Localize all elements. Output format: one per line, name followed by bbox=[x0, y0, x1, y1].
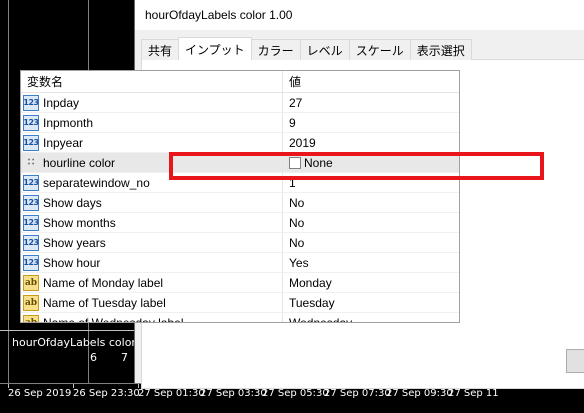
numeric-icon: 123 bbox=[23, 174, 39, 191]
param-name: Show hour bbox=[43, 255, 101, 270]
param-value-cell[interactable]: No bbox=[283, 193, 459, 212]
param-value-cell[interactable]: 27 bbox=[283, 93, 459, 112]
param-value-cell[interactable]: Monday bbox=[283, 273, 459, 292]
param-name-cell: ab Name of Tuesday label bbox=[21, 293, 283, 312]
param-value-cell[interactable]: 9 bbox=[283, 113, 459, 132]
table-rows: 123 Inpday 27 123 Inpmonth 9 123 Inpyear 2019 ∷ ho… bbox=[21, 93, 459, 323]
time-label: 27 Sep 01:30 bbox=[138, 388, 205, 399]
param-name-cell: 123 Inpmonth bbox=[21, 113, 283, 132]
param-name: Name of Monday label bbox=[43, 275, 164, 290]
numeric-icon: 123 bbox=[23, 114, 39, 131]
tab-bar: 共有 インプット カラー レベル スケール 表示選択 bbox=[141, 37, 472, 60]
tab-common[interactable]: 共有 bbox=[141, 39, 180, 60]
subwindow-label-6: 6 bbox=[90, 351, 97, 364]
param-name: Show months bbox=[43, 215, 116, 230]
param-name-cell: ab Name of Wednesday label bbox=[21, 313, 283, 323]
table-row[interactable]: 123 Show hour Yes bbox=[21, 253, 459, 273]
highlight-box bbox=[169, 152, 544, 180]
column-header-value[interactable]: 値 bbox=[283, 71, 459, 92]
param-value: 9 bbox=[289, 115, 296, 130]
dialog-title[interactable]: hourOfdayLabels color 1.00 bbox=[135, 0, 584, 30]
ok-button[interactable] bbox=[566, 349, 584, 373]
param-name-cell: 123 Inpyear bbox=[21, 133, 283, 152]
param-name: separatewindow_no bbox=[43, 175, 150, 190]
time-label: 27 Sep 11 bbox=[448, 388, 499, 399]
inputs-table: 変数名 値 123 Inpday 27 123 Inpmonth 9 123 Inpyear 2… bbox=[20, 70, 460, 323]
param-value: Yes bbox=[289, 255, 309, 270]
subwindow-title: hourOfdayLabels color bbox=[12, 336, 136, 349]
numeric-icon: 123 bbox=[23, 134, 39, 151]
tab-scale[interactable]: スケール bbox=[348, 39, 411, 60]
tab-colors[interactable]: カラー bbox=[250, 39, 301, 60]
string-icon: ab bbox=[23, 294, 39, 311]
param-name-cell: 123 Show days bbox=[21, 193, 283, 212]
time-label: 26 Sep 23:30 bbox=[73, 388, 140, 399]
param-value-cell[interactable]: Yes bbox=[283, 253, 459, 272]
numeric-icon: 123 bbox=[23, 234, 39, 251]
table-row[interactable]: ab Name of Tuesday label Tuesday bbox=[21, 293, 459, 313]
param-name-cell: 123 Show years bbox=[21, 233, 283, 252]
param-value: No bbox=[289, 215, 305, 230]
table-row[interactable]: 123 Inpmonth 9 bbox=[21, 113, 459, 133]
time-label: 27 Sep 09:30 bbox=[386, 388, 453, 399]
string-icon: ab bbox=[23, 314, 39, 322]
numeric-icon: 123 bbox=[23, 214, 39, 231]
param-value-cell[interactable]: Wednesday bbox=[283, 313, 459, 323]
string-icon: ab bbox=[23, 274, 39, 291]
time-label: 27 Sep 03:30 bbox=[200, 388, 267, 399]
numeric-icon: 123 bbox=[23, 94, 39, 111]
tab-visualization[interactable]: 表示選択 bbox=[409, 39, 472, 60]
table-header: 変数名 値 bbox=[21, 71, 459, 93]
param-value-cell[interactable]: No bbox=[283, 213, 459, 232]
table-row[interactable]: 123 Show years No bbox=[21, 233, 459, 253]
param-name: Inpmonth bbox=[43, 115, 94, 130]
time-label: 27 Sep 05:30 bbox=[262, 388, 329, 399]
param-name-cell: 123 Inpday bbox=[21, 93, 283, 112]
param-value: Tuesday bbox=[289, 295, 335, 310]
param-name: Name of Wednesday label bbox=[43, 315, 184, 323]
param-name: Inpyear bbox=[43, 135, 84, 150]
param-name: Inpday bbox=[43, 95, 80, 110]
param-name: Show years bbox=[43, 235, 106, 250]
param-name: Name of Tuesday label bbox=[43, 295, 166, 310]
numeric-icon: 123 bbox=[23, 254, 39, 271]
time-label: 26 Sep 2019 bbox=[8, 388, 72, 399]
param-name-cell: 123 Show months bbox=[21, 213, 283, 232]
param-value: 27 bbox=[289, 95, 303, 110]
table-row[interactable]: 123 Inpday 27 bbox=[21, 93, 459, 113]
table-row[interactable]: 123 Inpyear 2019 bbox=[21, 133, 459, 153]
param-name: Show days bbox=[43, 195, 102, 210]
time-label: 27 Sep 07:30 bbox=[324, 388, 391, 399]
column-header-variable[interactable]: 変数名 bbox=[21, 71, 283, 92]
table-row[interactable]: 123 Show days No bbox=[21, 193, 459, 213]
param-value: No bbox=[289, 195, 305, 210]
table-row[interactable]: 123 Show months No bbox=[21, 213, 459, 233]
tab-levels[interactable]: レベル bbox=[299, 39, 350, 60]
subwindow-separator[interactable] bbox=[0, 330, 140, 331]
param-name-cell: 123 Show hour bbox=[21, 253, 283, 272]
color-icon: ∷ bbox=[27, 157, 35, 168]
param-value-cell[interactable]: Tuesday bbox=[283, 293, 459, 312]
param-value: No bbox=[289, 235, 305, 250]
param-name: hourline color bbox=[43, 155, 116, 170]
param-name-cell: ab Name of Monday label bbox=[21, 273, 283, 292]
param-value-cell[interactable]: 2019 bbox=[283, 133, 459, 152]
param-value: Monday bbox=[289, 275, 332, 290]
screen: { "dialog": { "title": "hourOfdayLabels … bbox=[0, 0, 584, 413]
param-value-cell[interactable]: No bbox=[283, 233, 459, 252]
table-row[interactable]: ab Name of Monday label Monday bbox=[21, 273, 459, 293]
subwindow-label-7: 7 bbox=[121, 351, 128, 364]
param-value: Wednesday bbox=[289, 315, 353, 323]
numeric-icon: 123 bbox=[23, 194, 39, 211]
table-row[interactable]: ab Name of Wednesday label Wednesday bbox=[21, 313, 459, 323]
grid-line bbox=[8, 0, 9, 383]
param-value: 2019 bbox=[289, 135, 316, 150]
tab-inputs[interactable]: インプット bbox=[178, 37, 252, 60]
